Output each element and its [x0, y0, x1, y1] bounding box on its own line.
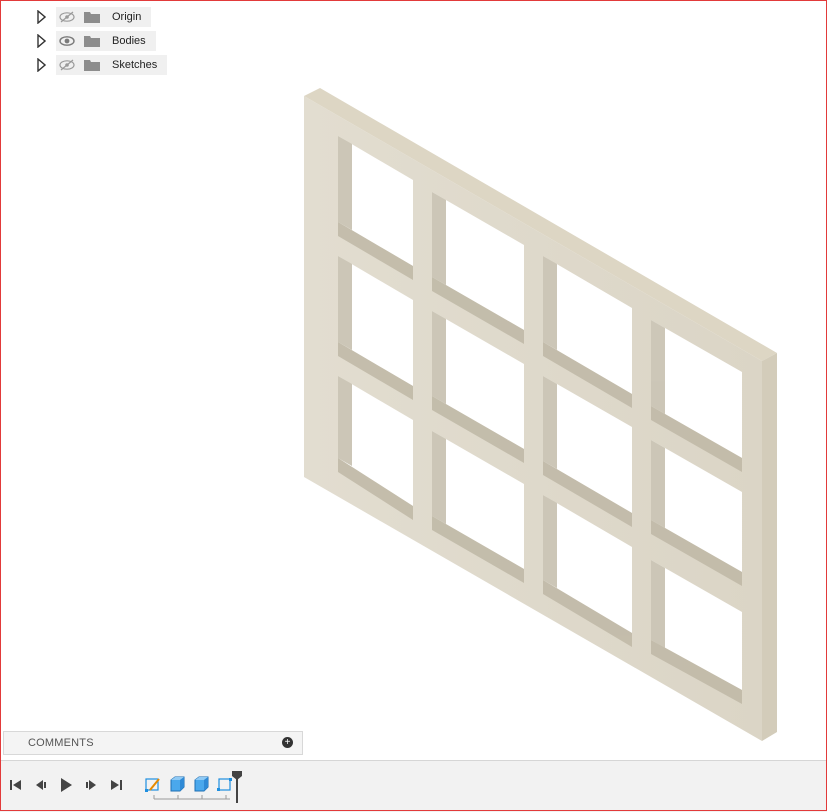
step-back-icon[interactable]	[30, 774, 52, 796]
expand-arrow-icon[interactable]	[34, 57, 48, 73]
browser-item-label: Origin	[112, 11, 142, 23]
model-front-face	[304, 96, 762, 741]
eye-icon[interactable]	[56, 31, 78, 51]
skip-to-end-icon[interactable]	[105, 774, 127, 796]
browser-item-origin[interactable]: Origin	[34, 6, 152, 28]
folder-icon	[82, 55, 102, 75]
play-icon[interactable]	[55, 774, 77, 796]
sketch-feature-icon[interactable]	[143, 773, 163, 795]
step-forward-icon[interactable]	[80, 774, 102, 796]
browser-item-sketches[interactable]: Sketches	[34, 54, 168, 76]
browser-item-label: Bodies	[112, 35, 146, 47]
extrude-feature-icon[interactable]	[191, 773, 211, 795]
plus-circle-icon[interactable]: +	[282, 737, 293, 748]
extrude-feature-icon[interactable]	[167, 773, 187, 795]
skip-to-start-icon[interactable]	[5, 774, 27, 796]
eye-slash-icon[interactable]	[56, 7, 78, 27]
browser-item-bodies[interactable]: Bodies	[34, 30, 156, 52]
expand-arrow-icon[interactable]	[34, 9, 48, 25]
timeline-bar	[0, 760, 827, 812]
timeline-track	[153, 795, 230, 800]
browser-item-label: Sketches	[112, 59, 158, 71]
model-side-face	[762, 353, 777, 741]
comments-label: COMMENTS	[28, 737, 94, 749]
comments-panel[interactable]: COMMENTS +	[3, 731, 303, 755]
expand-arrow-icon[interactable]	[34, 33, 48, 49]
window-grid-model[interactable]	[0, 0, 827, 760]
eye-slash-icon[interactable]	[56, 55, 78, 75]
folder-icon	[82, 31, 102, 51]
folder-icon	[82, 7, 102, 27]
timeline-marker[interactable]	[232, 771, 242, 803]
3d-viewport[interactable]	[0, 0, 827, 760]
